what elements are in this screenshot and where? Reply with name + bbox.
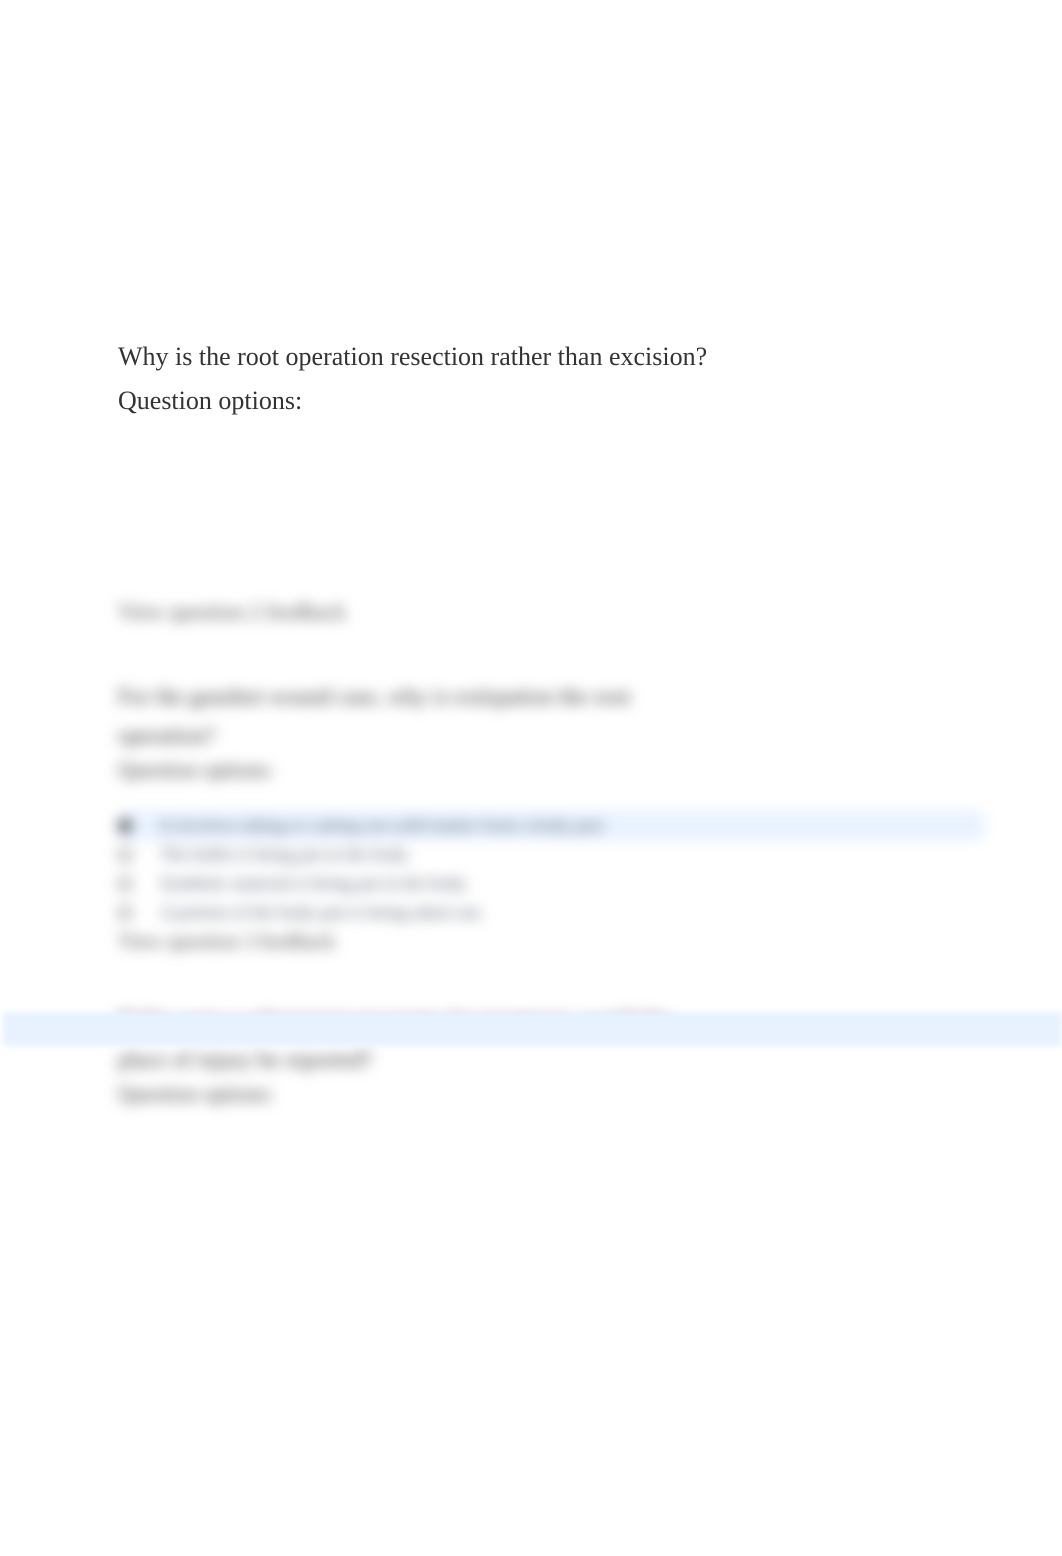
option-text: A portion of the body part is being take…	[160, 902, 484, 923]
option-text: Synthetic material is being put in the b…	[160, 873, 469, 894]
radio-icon	[118, 877, 132, 891]
option-row-1: It involves taking or cutting out solid …	[118, 811, 984, 840]
question-2-line-1: For the gunshot wound case, why is extir…	[118, 680, 944, 715]
option-row-3: Synthetic material is being put in the b…	[118, 869, 944, 898]
question-3-options-label: Question options:	[118, 1081, 944, 1107]
radio-icon	[118, 906, 132, 920]
feedback-link-1: View question 2 feedback	[118, 599, 346, 625]
option-row-2: The bullet is being put in the body.	[118, 840, 944, 869]
question-options-label: Question options:	[118, 382, 944, 420]
option-text: It involves taking or cutting out solid …	[160, 815, 607, 836]
question-text: Why is the root operation resection rath…	[118, 338, 944, 376]
radio-icon	[118, 848, 132, 862]
question-3-line-2: place of injury be reported?	[118, 1043, 944, 1078]
question-2-line-2: operation?	[118, 719, 944, 754]
option-text: The bullet is being put in the body.	[160, 844, 411, 865]
bottom-highlight-bar	[3, 1012, 1062, 1046]
radio-icon	[118, 819, 132, 833]
feedback-link-2: View question 3 feedback	[118, 929, 944, 954]
question-2-options-label: Question options:	[118, 757, 944, 783]
option-row-4: A portion of the body part is being take…	[118, 898, 944, 927]
